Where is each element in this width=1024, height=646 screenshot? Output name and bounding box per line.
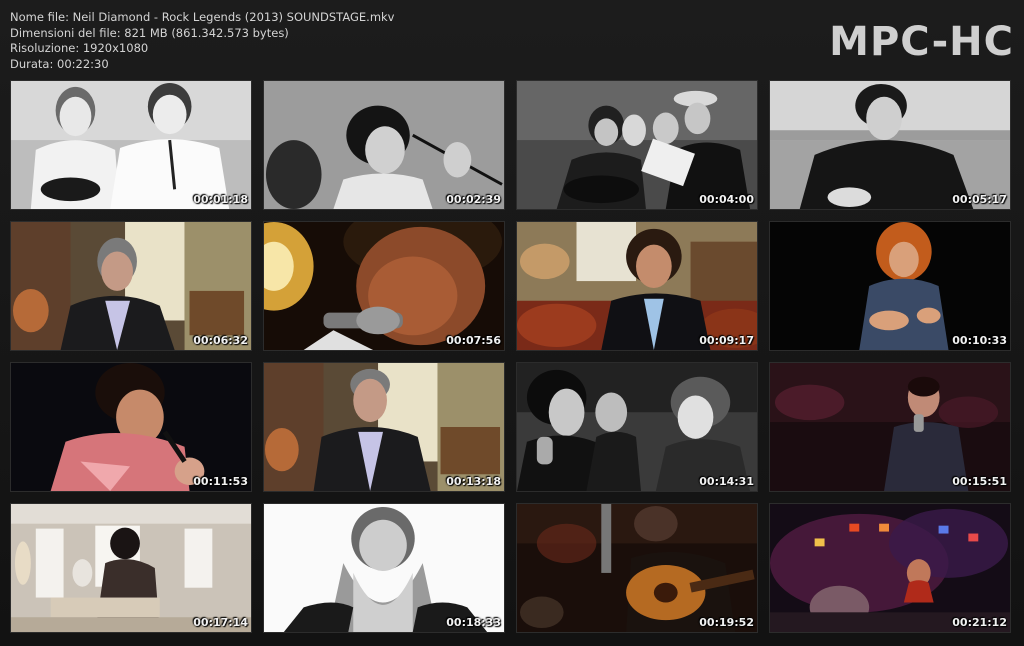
thumbnail-2[interactable]: 00:02:39	[263, 80, 505, 210]
thumbnail-8[interactable]: 00:10:33	[769, 221, 1011, 351]
file-size: Dimensioni del file: 821 MB (861.342.573…	[10, 25, 289, 40]
duration: Durata: 00:22:30	[10, 56, 109, 71]
thumbnail-6[interactable]: 00:07:56	[263, 221, 505, 351]
thumbnail-image	[11, 363, 251, 491]
thumbnail-image	[264, 81, 504, 209]
file-info: Nome file: Neil Diamond - Rock Legends (…	[10, 10, 394, 72]
timestamp: 00:04:00	[699, 193, 754, 206]
thumbnail-15[interactable]: 00:19:52	[516, 503, 758, 633]
thumbnail-image	[264, 363, 504, 491]
timestamp: 00:06:32	[193, 334, 248, 347]
thumbnail-image	[517, 81, 757, 209]
timestamp: 00:09:17	[699, 334, 754, 347]
thumbnail-image	[264, 222, 504, 350]
thumbnail-10[interactable]: 00:13:18	[263, 362, 505, 492]
thumbnail-image	[11, 222, 251, 350]
thumbnail-11[interactable]: 00:14:31	[516, 362, 758, 492]
timestamp: 00:02:39	[446, 193, 501, 206]
timestamp: 00:21:12	[952, 616, 1007, 629]
timestamp: 00:17:14	[193, 616, 248, 629]
thumbnail-image	[770, 222, 1010, 350]
timestamp: 00:05:17	[952, 193, 1007, 206]
timestamp: 00:15:51	[952, 475, 1007, 488]
timestamp: 00:11:53	[193, 475, 248, 488]
thumbnail-16[interactable]: 00:21:12	[769, 503, 1011, 633]
thumbnail-14[interactable]: 00:18:33	[263, 503, 505, 633]
thumbnail-3[interactable]: 00:04:00	[516, 80, 758, 210]
thumbnail-image	[517, 363, 757, 491]
thumbnail-image	[11, 504, 251, 632]
thumbnail-12[interactable]: 00:15:51	[769, 362, 1011, 492]
thumbnail-image	[517, 504, 757, 632]
thumbnail-image	[264, 504, 504, 632]
thumbnail-5[interactable]: 00:06:32	[10, 221, 252, 351]
timestamp: 00:19:52	[699, 616, 754, 629]
thumbnail-9[interactable]: 00:11:53	[10, 362, 252, 492]
thumbnail-13[interactable]: 00:17:14	[10, 503, 252, 633]
resolution: Risoluzione: 1920x1080	[10, 41, 149, 55]
thumbnail-image	[770, 363, 1010, 491]
timestamp: 00:01:18	[193, 193, 248, 206]
mpc-hc-logo: MPC-HC	[829, 19, 1014, 65]
thumbnail-7[interactable]: 00:09:17	[516, 221, 758, 351]
timestamp: 00:14:31	[699, 475, 754, 488]
thumbnail-image	[770, 504, 1010, 632]
timestamp: 00:10:33	[952, 334, 1007, 347]
thumbnail-4[interactable]: 00:05:17	[769, 80, 1011, 210]
timestamp: 00:13:18	[446, 475, 501, 488]
thumbnail-image	[11, 81, 251, 209]
timestamp: 00:07:56	[446, 334, 501, 347]
file-name: Nome file: Neil Diamond - Rock Legends (…	[10, 10, 395, 24]
thumbnail-image	[517, 222, 757, 350]
thumbnail-1[interactable]: 00:01:18	[10, 80, 252, 210]
thumbnail-image	[770, 81, 1010, 209]
timestamp: 00:18:33	[446, 616, 501, 629]
